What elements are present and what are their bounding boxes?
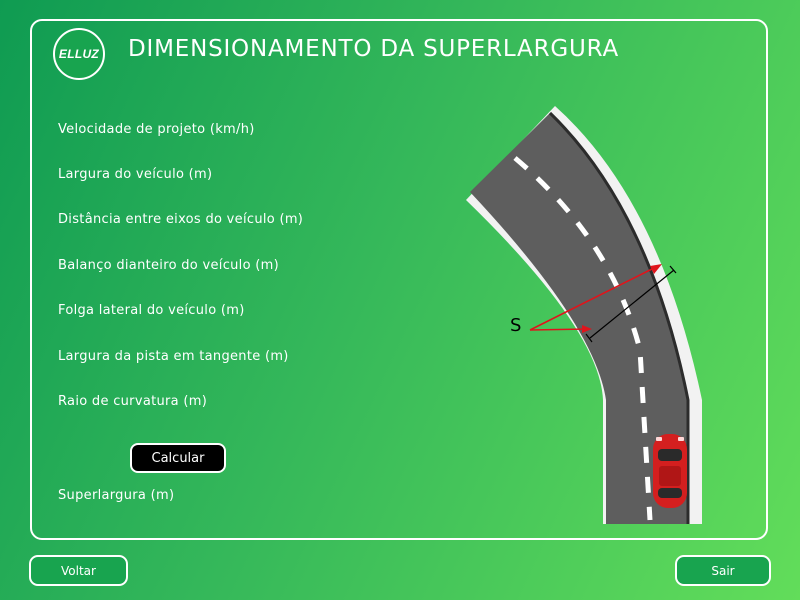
label-lateral-clearance: Folga lateral do veículo (m) <box>58 303 245 318</box>
label-front-overhang: Balanço dianteiro do veículo (m) <box>58 258 279 273</box>
label-lane-width-tangent: Largura da pista em tangente (m) <box>58 349 289 364</box>
exit-button[interactable]: Sair <box>675 555 771 586</box>
s-label: S <box>510 315 521 336</box>
logo-text: ELLUZ <box>58 47 100 61</box>
arrow-inner <box>529 328 589 331</box>
calculate-button[interactable]: Calcular <box>130 443 226 473</box>
label-curve-radius: Raio de curvatura (m) <box>58 394 208 409</box>
page-title: DIMENSIONAMENTO DA SUPERLARGURA <box>128 36 620 62</box>
label-superwidening-result: Superlargura (m) <box>58 488 175 503</box>
back-button[interactable]: Voltar <box>29 555 128 586</box>
road-curve-illustration: S <box>466 106 702 524</box>
label-design-speed: Velocidade de projeto (km/h) <box>58 122 255 137</box>
label-wheelbase: Distância entre eixos do veículo (m) <box>58 212 304 227</box>
red-car-icon <box>653 434 687 508</box>
elluz-logo: ELLUZ <box>53 28 105 80</box>
label-vehicle-width: Largura do veículo (m) <box>58 167 213 182</box>
